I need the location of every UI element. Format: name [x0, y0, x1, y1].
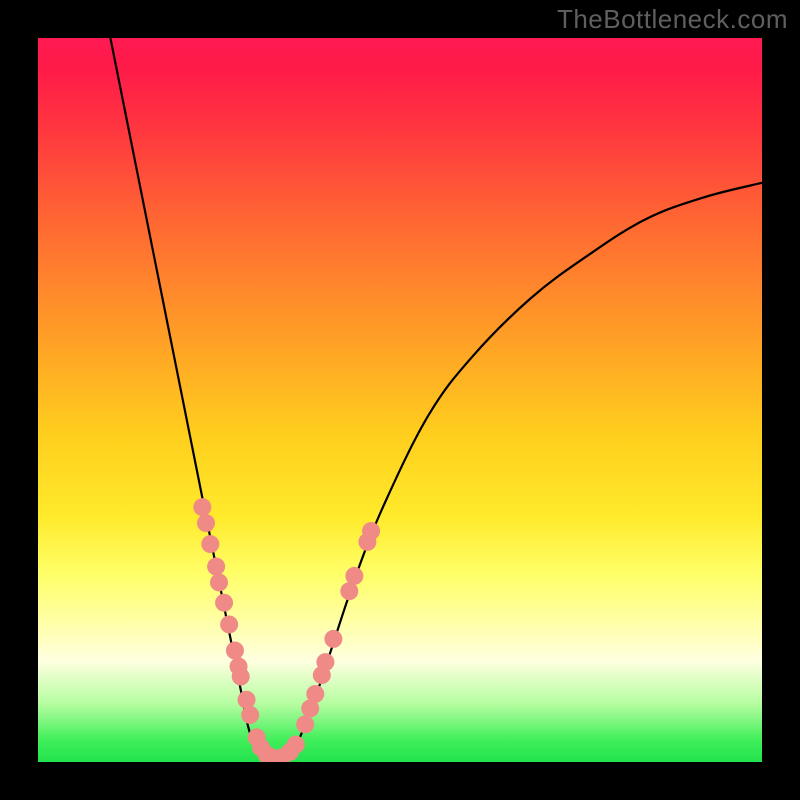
scatter-point	[210, 573, 228, 591]
watermark-text: TheBottleneck.com	[557, 4, 788, 35]
curves-layer	[38, 38, 762, 762]
scatter-overlay	[193, 498, 380, 762]
scatter-point	[238, 691, 256, 709]
scatter-point	[215, 594, 233, 612]
left-branch-curve	[110, 38, 269, 762]
scatter-point	[226, 642, 244, 660]
scatter-point	[316, 653, 334, 671]
chart-frame: TheBottleneck.com	[0, 0, 800, 800]
right-branch-curve	[284, 183, 762, 762]
scatter-point	[306, 685, 324, 703]
scatter-point	[193, 498, 211, 516]
scatter-point	[207, 558, 225, 576]
scatter-point	[220, 615, 238, 633]
scatter-point	[296, 715, 314, 733]
scatter-point	[241, 706, 259, 724]
scatter-point	[232, 668, 250, 686]
scatter-point	[345, 567, 363, 585]
plot-area	[38, 38, 762, 762]
scatter-point	[201, 535, 219, 553]
scatter-point	[197, 514, 215, 532]
scatter-point	[362, 522, 380, 540]
scatter-point	[324, 630, 342, 648]
scatter-point	[287, 736, 305, 754]
